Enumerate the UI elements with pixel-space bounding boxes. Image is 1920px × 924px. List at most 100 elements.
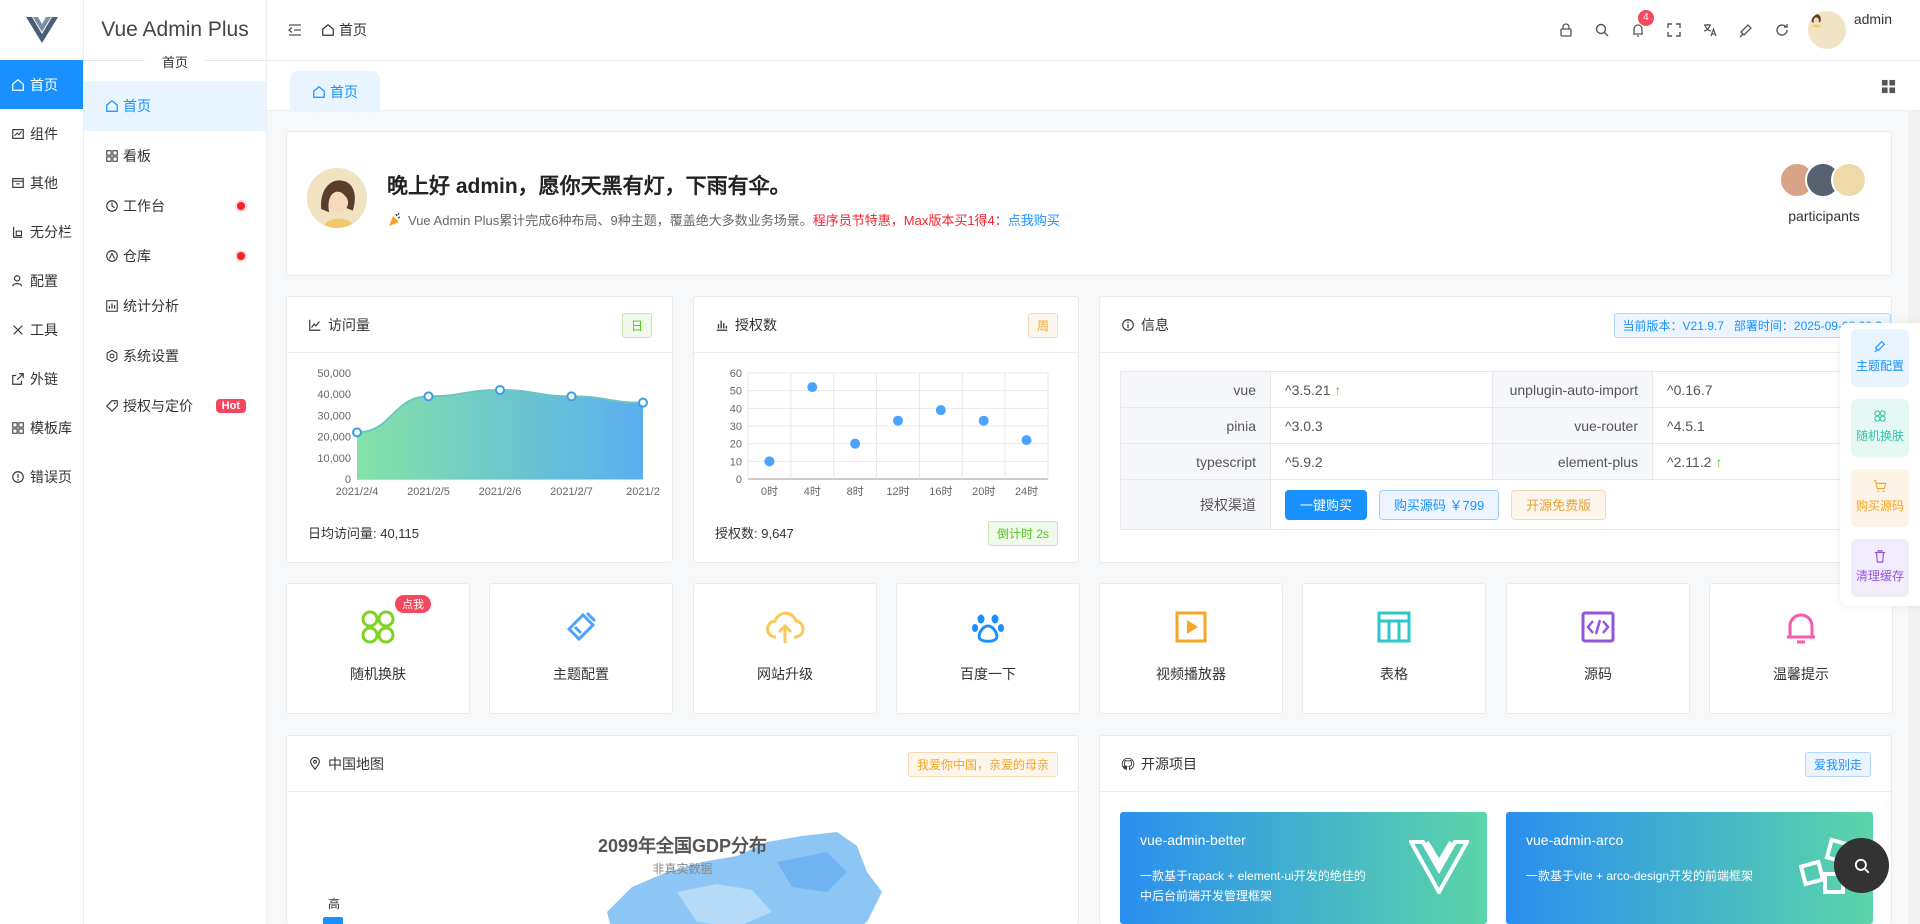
theme-button[interactable] <box>1728 22 1764 38</box>
user-menu[interactable]: admin <box>1807 11 1892 49</box>
participant-avatar <box>1831 162 1867 198</box>
info-icon <box>1122 318 1134 331</box>
data-point <box>850 438 861 449</box>
map-pin-icon <box>310 756 320 770</box>
buy-source-button[interactable]: 购买源码 ￥799 <box>1378 489 1500 520</box>
project-card-vue-admin-better[interactable]: vue-admin-better 一款基于rapack + element-ui… <box>1120 812 1487 924</box>
table-icon <box>1377 611 1411 643</box>
quick-random-skin[interactable]: 点我 随机换肤 <box>286 583 470 714</box>
x-tick-label: 24时 <box>1015 485 1038 498</box>
dep-name: unplugin-auto-import <box>1492 371 1653 408</box>
period-tag[interactable]: 日 <box>621 313 652 338</box>
y-tick-label: 0 <box>345 474 351 486</box>
dep-name: pinia <box>1120 407 1271 444</box>
rail-item-error[interactable]: 错误页 <box>0 452 83 501</box>
y-tick-label: 10 <box>730 456 742 468</box>
rail-item-other[interactable]: 其他 <box>0 158 83 207</box>
tabs-bar: 首页 <box>267 60 1920 112</box>
countdown-tag: 倒计时 2s <box>987 521 1058 546</box>
hot-badge: Hot <box>215 399 246 413</box>
fullscreen-button[interactable] <box>1656 22 1692 38</box>
menu-item-settings[interactable]: 系统设置 <box>84 331 266 381</box>
rail-item-external[interactable]: 外链 <box>0 354 83 403</box>
data-point <box>566 391 577 402</box>
dep-name: element-plus <box>1492 443 1653 480</box>
quick-baidu[interactable]: 百度一下 <box>896 583 1080 714</box>
menu-item-statistics[interactable]: 统计分析 <box>84 281 266 331</box>
layout-icon <box>13 226 23 238</box>
tab-home[interactable]: 首页 <box>290 71 380 112</box>
rail-item-home[interactable]: 首页 <box>0 60 83 109</box>
bar-chart-icon <box>106 300 118 312</box>
translate-button[interactable] <box>1692 22 1728 38</box>
welcome-card: 晚上好 admin，愿你天黑有灯，下雨有伞。 Vue Admin Plus累计完… <box>286 131 1892 276</box>
menu-item-dashboard[interactable]: 看板 <box>84 131 266 181</box>
project-desc: 一款基于vite + arco-design开发的前端框架 <box>1526 869 1754 883</box>
float-buy-source-button[interactable]: 购买源码 <box>1851 469 1909 527</box>
quick-video-player[interactable]: 视频播放器 <box>1099 583 1283 714</box>
data-point <box>893 415 903 426</box>
float-clear-cache-button[interactable]: 清理缓存 <box>1851 539 1909 597</box>
quick-theme-config[interactable]: 主题配置 <box>489 583 673 714</box>
free-version-button[interactable]: 开源免费版 <box>1511 489 1607 520</box>
notification-button[interactable]: 4 <box>1620 10 1656 38</box>
rail-item-components[interactable]: 组件 <box>0 109 83 158</box>
quick-source-code[interactable]: 源码 <box>1506 583 1690 714</box>
participants: participants <box>1779 162 1869 224</box>
x-tick-label: 12时 <box>886 485 909 498</box>
menu-item-pricing[interactable]: 授权与定价 Hot <box>84 381 266 431</box>
four-circles-icon <box>361 610 395 644</box>
fold-menu-icon[interactable] <box>287 22 303 38</box>
home-icon <box>106 99 118 112</box>
visual-map-legend[interactable] <box>323 917 343 924</box>
float-random-skin-button[interactable]: 随机换肤 <box>1851 399 1909 457</box>
auth-card: 授权数 周 60 50 40 30 20 10 0 0时 4时 8时 12时 16时 20时 24时 授权… <box>693 296 1079 563</box>
cart-icon <box>1873 480 1887 493</box>
buy-now-button[interactable]: 一键购买 <box>1285 489 1368 520</box>
notice-dot <box>237 202 245 210</box>
upgrade-arrow-icon: ↑ <box>1334 381 1342 398</box>
rail-item-templates[interactable]: 模板库 <box>0 403 83 452</box>
fullscreen-icon <box>1667 23 1681 37</box>
y-tick-label: 30,000 <box>317 410 351 422</box>
rail-item-config[interactable]: 配置 <box>0 256 83 305</box>
y-tick-label: 20,000 <box>317 432 351 444</box>
home-icon <box>12 78 24 91</box>
menu-item-home[interactable]: 首页 <box>84 81 266 131</box>
y-tick-label: 60 <box>730 368 742 380</box>
menu-item-workbench[interactable]: 工作台 <box>84 181 266 231</box>
y-tick-label: 0 <box>736 474 742 486</box>
lock-button[interactable] <box>1548 22 1584 38</box>
project-card-vue-admin-arco[interactable]: vue-admin-arco 一款基于vite + arco-design开发的… <box>1506 812 1873 924</box>
rail-item-no-column[interactable]: 无分栏 <box>0 207 83 256</box>
data-point <box>423 391 434 402</box>
quick-table[interactable]: 表格 <box>1302 583 1486 714</box>
floating-search-button[interactable] <box>1834 838 1889 893</box>
menu-item-warehouse[interactable]: 仓库 <box>84 231 266 281</box>
logo[interactable] <box>0 0 83 60</box>
buy-link[interactable]: 点我购买 <box>1008 210 1060 229</box>
data-point <box>1021 435 1032 446</box>
table-row: 授权渠道 一键购买 购买源码 ￥799 开源免费版 <box>1120 479 1883 530</box>
tabs-grid-icon[interactable] <box>1881 79 1896 94</box>
quick-site-upgrade[interactable]: 网站升级 <box>693 583 877 714</box>
brand-title: Vue Admin Plus 首页 <box>84 0 266 71</box>
visits-chart: 50,000 40,000 30,000 20,000 10,000 02021/2/4 2… <box>317 368 659 498</box>
rail-item-tools[interactable]: 工具 <box>0 305 83 354</box>
participant-avatars <box>1779 162 1869 198</box>
welcome-avatar <box>307 168 367 228</box>
visits-footer: 日均访问量: 40,115 <box>308 526 420 541</box>
x-tick-label: 4时 <box>804 485 821 498</box>
float-theme-config-button[interactable]: 主题配置 <box>1851 329 1909 387</box>
rail-item-label: 配置 <box>30 272 58 289</box>
clock-icon <box>106 200 118 212</box>
warehouse-icon <box>106 250 118 262</box>
search-button[interactable] <box>1584 22 1620 38</box>
map-card-header: 中国地图 我爱你中国，亲爱的母亲 <box>287 736 1078 792</box>
y-tick-label: 40 <box>730 403 742 415</box>
refresh-icon <box>1776 24 1788 36</box>
refresh-button[interactable] <box>1764 22 1800 38</box>
dependency-table: vue ^3.5.21 ↑ unplugin-auto-import ^0.16… <box>1120 371 1883 530</box>
period-tag[interactable]: 周 <box>1027 313 1058 338</box>
projects-tag: 爱我别走 <box>1804 752 1871 777</box>
